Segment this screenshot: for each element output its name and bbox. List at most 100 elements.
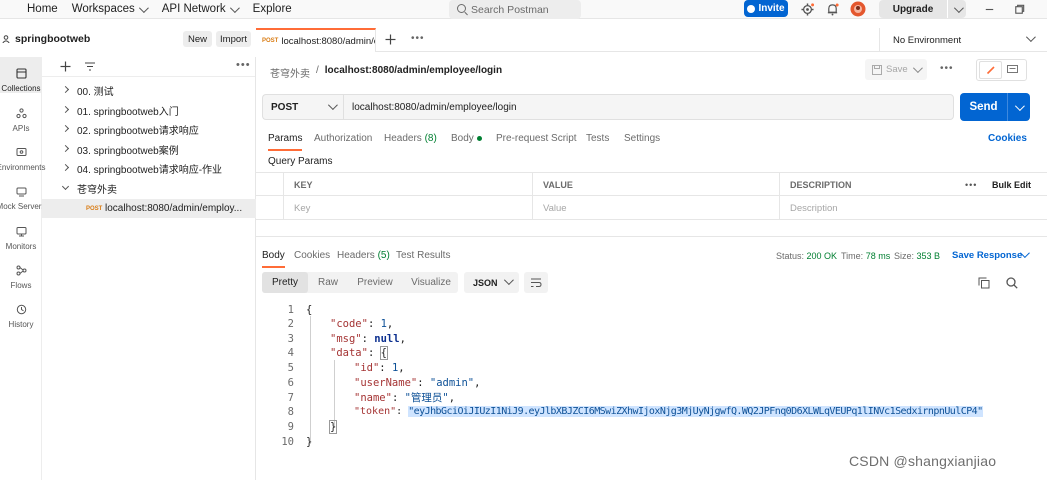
nav-api-network[interactable]: API Network [162, 2, 240, 15]
save-button[interactable]: Save [865, 59, 927, 80]
json-value: "管理员" [404, 392, 449, 404]
filter-icon[interactable] [84, 61, 96, 72]
key-input[interactable]: Key [284, 196, 533, 220]
response-body-code[interactable]: 1{ 2 "code": 1, 3 "msg": null, 4 "data": { … [256, 300, 1047, 450]
json-value[interactable]: "eyJhbGciOiJIUzI1NiJ9.eyJlbXBJZCI6MSwiZX… [408, 406, 983, 417]
cookies-link[interactable]: Cookies [988, 133, 1027, 144]
more-options-icon[interactable]: ••• [940, 63, 954, 74]
tab-authorization[interactable]: Authorization [314, 133, 372, 144]
invite-button[interactable]: Invite [744, 0, 788, 17]
comment-icon[interactable] [1007, 65, 1018, 75]
chevron-down-icon [138, 2, 149, 13]
column-header-description: DESCRIPTION [790, 180, 852, 190]
copy-icon[interactable] [978, 277, 990, 289]
chevron-down-icon [229, 2, 240, 13]
nav-workspaces[interactable]: Workspaces [72, 2, 149, 15]
collection-item[interactable]: 04. springbootweb请求响应-作业 [42, 159, 256, 178]
nav-explore[interactable]: Explore [253, 3, 292, 15]
bulk-edit-button[interactable]: Bulk Edit [992, 180, 1031, 190]
time-value[interactable]: 78 ms [866, 251, 891, 261]
save-icon [872, 64, 882, 75]
tab-body[interactable]: Body [451, 133, 482, 144]
url-text: localhost:8080/admin/employee/login [352, 101, 517, 113]
tab-settings[interactable]: Settings [624, 133, 660, 144]
chevron-right-icon[interactable] [61, 144, 70, 153]
rail-apis[interactable]: APIs [0, 97, 42, 133]
value-input[interactable]: Value [533, 196, 780, 220]
breadcrumb-parent[interactable]: 苍穹外卖 [270, 65, 310, 80]
rail-history[interactable]: History [0, 293, 42, 329]
bell-icon[interactable] [826, 3, 839, 16]
chevron-right-icon[interactable] [61, 124, 70, 133]
plus-icon[interactable] [60, 61, 71, 72]
upgrade-button[interactable]: Upgrade [879, 0, 966, 18]
size-value[interactable]: 353 B [917, 251, 941, 261]
rail-collections[interactable]: Collections [0, 57, 42, 93]
more-options-icon[interactable]: ••• [965, 180, 977, 190]
rail-mock-servers[interactable]: Mock Servers [0, 175, 45, 211]
rail-environments-label: Environments [0, 163, 46, 172]
request-item[interactable]: POST localhost:8080/admin/employ... [42, 199, 256, 218]
tab-request[interactable]: POST localhost:8080/admin/e [256, 28, 376, 52]
collection-label: 02. springbootweb请求响应 [77, 126, 199, 137]
line-number: 4 [287, 346, 294, 359]
avatar[interactable] [850, 1, 866, 17]
nav-home[interactable]: Home [27, 3, 58, 15]
edit-mode-button[interactable] [979, 61, 1002, 79]
chevron-right-icon[interactable] [61, 85, 70, 94]
chevron-down-icon[interactable] [912, 63, 923, 74]
minimize-icon[interactable] [983, 3, 996, 16]
environment-select[interactable]: No Environment [879, 28, 1047, 52]
plus-icon[interactable] [385, 34, 396, 45]
collection-item[interactable]: 00. 测试 [42, 81, 256, 100]
pencil-icon [986, 66, 995, 75]
url-input[interactable]: localhost:8080/admin/employee/login [343, 94, 954, 120]
tab-headers[interactable]: Headers (8) [384, 133, 437, 144]
tab-strip: POST localhost:8080/admin/e ••• No Envir… [256, 28, 1047, 52]
chevron-right-icon[interactable] [61, 105, 70, 114]
settings-icon[interactable] [801, 3, 814, 16]
tab-tests[interactable]: Tests [586, 133, 609, 144]
wrap-lines-button[interactable] [524, 272, 548, 293]
status-value[interactable]: 200 OK [807, 251, 838, 261]
rail-flows[interactable]: Flows [0, 254, 42, 290]
request-label: localhost:8080/admin/employ... [105, 203, 243, 214]
chevron-down-icon[interactable] [1014, 100, 1025, 111]
tab-prerequest[interactable]: Pre-request Script [496, 133, 577, 144]
tab-raw[interactable]: Raw [310, 272, 346, 293]
import-button[interactable]: Import [216, 31, 251, 47]
top-bar: Home Workspaces API Network Explore Sear… [0, 0, 1047, 19]
method-label: POST [271, 101, 299, 113]
tab-pretty[interactable]: Pretty [262, 272, 308, 293]
tab-params[interactable]: Params [268, 133, 303, 151]
send-button[interactable]: Send [960, 93, 1030, 121]
rail-monitors[interactable]: Monitors [0, 215, 42, 251]
new-button[interactable]: New [183, 31, 212, 47]
method-select[interactable]: POST [262, 94, 344, 120]
collection-item[interactable]: 01. springbootweb入门 [42, 101, 256, 120]
search-input[interactable]: Search Postman [449, 0, 581, 19]
tab-test-results[interactable]: Test Results [396, 250, 450, 261]
collection-item[interactable]: 03. springbootweb案例 [42, 140, 256, 159]
tab-visualize[interactable]: Visualize [404, 272, 458, 293]
tab-response-body[interactable]: Body [262, 250, 285, 268]
tab-response-headers[interactable]: Headers (5) [337, 250, 390, 261]
format-select[interactable]: JSON [464, 272, 519, 293]
chevron-down-icon[interactable] [953, 2, 964, 13]
save-response-button[interactable]: Save Response [952, 250, 1022, 261]
chevron-down-icon[interactable] [61, 182, 70, 191]
chevron-right-icon[interactable] [61, 163, 70, 172]
tab-response-cookies[interactable]: Cookies [294, 250, 330, 261]
more-tabs-icon[interactable]: ••• [411, 33, 425, 44]
search-icon[interactable] [1006, 277, 1018, 289]
collection-item[interactable]: 02. springbootweb请求响应 [42, 120, 256, 139]
more-options-icon[interactable]: ••• [236, 59, 251, 71]
code-line: 6 "userName": "admin", [256, 375, 1047, 390]
description-input[interactable]: Description [780, 196, 1047, 220]
params-table: KEY VALUE DESCRIPTION ••• Bulk Edit Key … [256, 172, 1047, 220]
collection-item[interactable]: 苍穹外卖 [42, 179, 256, 198]
tab-preview[interactable]: Preview [350, 272, 400, 293]
restore-icon[interactable] [1013, 3, 1026, 16]
rail-environments[interactable]: Environments [0, 136, 46, 172]
breadcrumb-current[interactable]: localhost:8080/admin/employee/login [325, 65, 502, 80]
